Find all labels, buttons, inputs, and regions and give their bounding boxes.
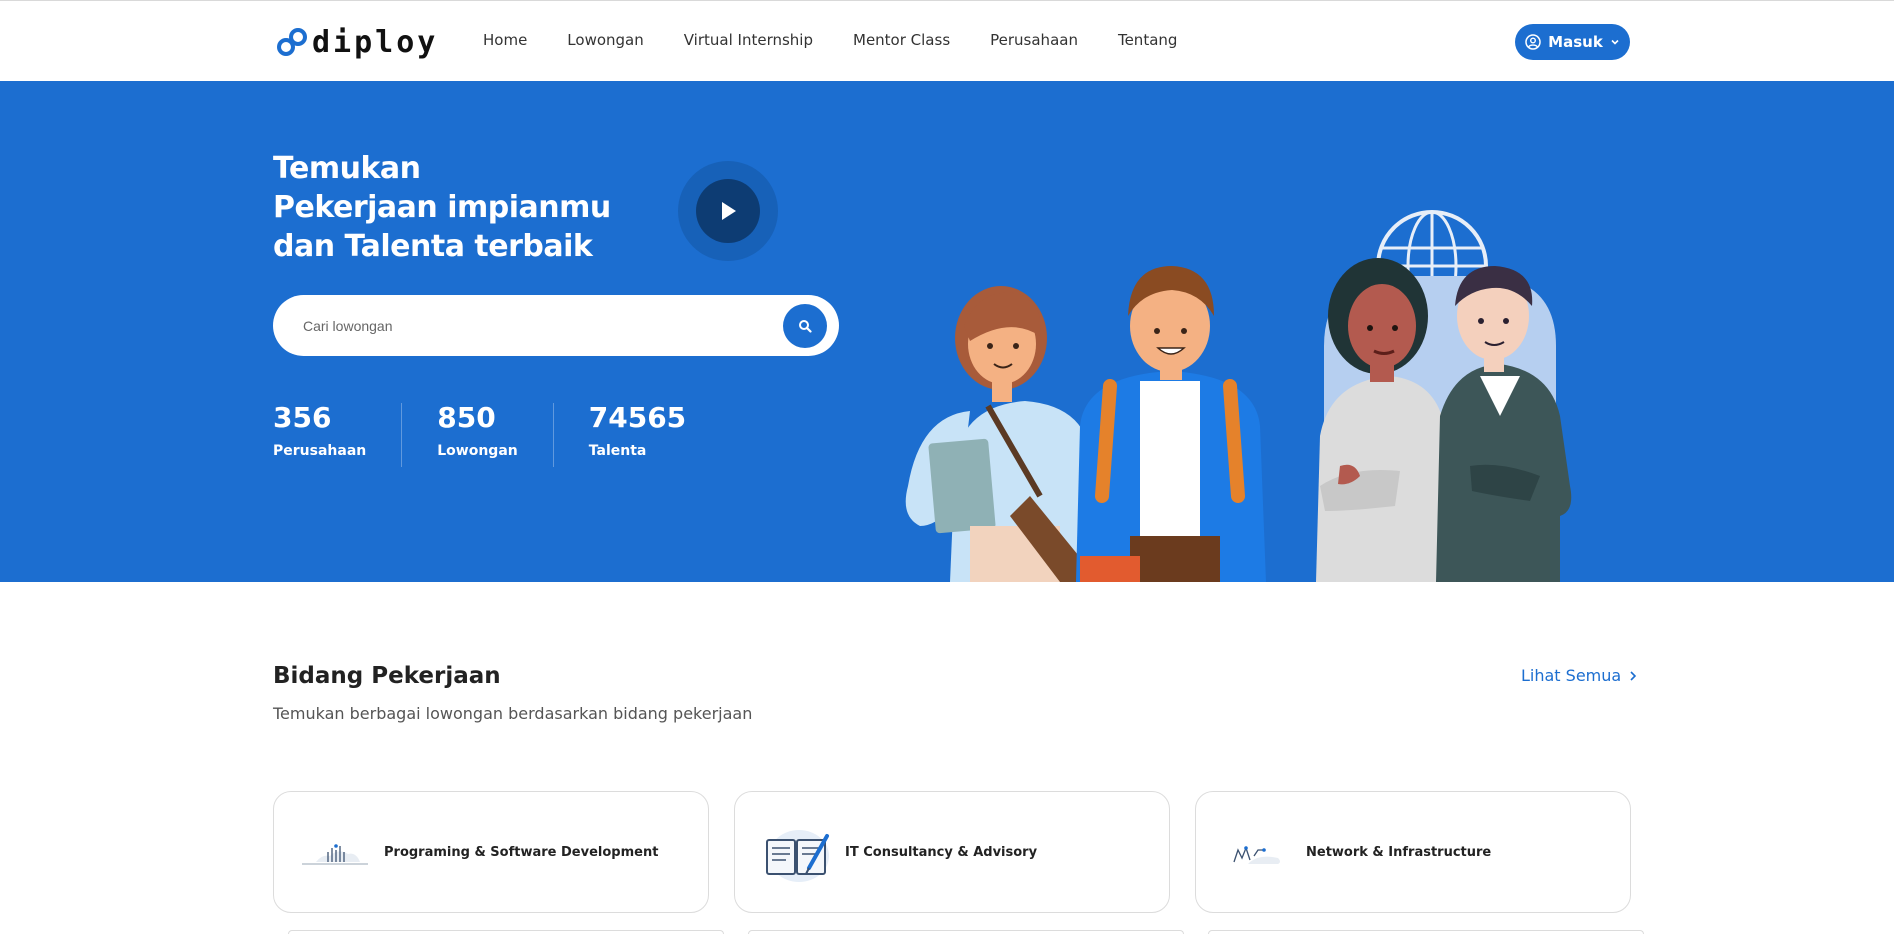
category-label: Network & Infrastructure [1306,845,1492,860]
category-card-network[interactable]: Network & Infrastructure [1195,791,1631,913]
category-card-row-2-partial [288,930,724,934]
stat-label: Lowongan [437,443,518,459]
job-search-box [273,295,839,356]
nav-mentor-class[interactable]: Mentor Class [853,31,950,49]
hero-stats: 356 Perusahaan 850 Lowongan 74565 Talent… [273,403,756,467]
stat-label: Perusahaan [273,443,367,459]
login-label: Masuk [1548,33,1603,51]
category-label: IT Consultancy & Advisory [845,845,1038,860]
see-all-label: Lihat Semua [1521,666,1622,685]
see-all-link[interactable]: Lihat Semua [1521,666,1637,685]
section-subtitle: Temukan berbagai lowongan berdasarkan bi… [273,704,753,723]
category-cards: Programing & Software Development IT Con… [273,791,1631,913]
section-title: Bidang Pekerjaan [273,663,501,689]
category-card-row-2-partial [748,930,1184,934]
category-card-software[interactable]: Programing & Software Development [273,791,709,913]
diploy-logo[interactable]: diploy [276,24,439,60]
stat-talenta: 74565 Talenta [589,403,721,467]
hero-title-line-1: Temukan [273,151,421,186]
play-video-button[interactable] [696,179,760,243]
hero-banner: Temukan Pekerjaan impianmu dan Talenta t… [0,81,1894,582]
search-button[interactable] [783,304,827,348]
play-icon [722,202,736,220]
person-boy [1076,266,1266,582]
network-icon [1233,846,1280,864]
stat-value: 74565 [588,401,687,434]
consultancy-icon [766,830,829,882]
search-input[interactable] [303,313,753,339]
chevron-right-icon [1630,670,1637,681]
chevron-down-icon [1611,39,1619,45]
logo-mark-icon [277,28,307,56]
nav-lowongan[interactable]: Lowongan [567,31,643,49]
nav-home[interactable]: Home [483,31,527,49]
logo-text: diploy [312,24,439,60]
category-card-consultancy[interactable]: IT Consultancy & Advisory [734,791,1170,913]
nav-tentang[interactable]: Tentang [1118,31,1177,49]
stat-value: 356 [273,401,332,434]
user-circle-icon [1525,34,1541,50]
main-nav: Home Lowongan Virtual Internship Mentor … [483,31,1217,49]
stat-perusahaan: 356 Perusahaan [273,401,403,467]
person-girl [905,286,1100,582]
hero-title-line-2: Pekerjaan impianmu [273,190,611,225]
software-development-icon [302,844,368,865]
category-card-row-2-partial [1208,930,1644,934]
play-video-button-halo [678,161,778,261]
search-icon [799,320,812,333]
category-label: Programing & Software Development [384,845,659,860]
person-woman [1316,258,1446,582]
nav-virtual-internship[interactable]: Virtual Internship [684,31,813,49]
top-navbar: diploy Home Lowongan Virtual Internship … [0,0,1894,81]
hero-title-line-3: dan Talenta terbaik [273,229,593,264]
hero-people-illustration [905,210,1572,582]
stat-label: Talenta [588,443,647,459]
hero-title: Temukan Pekerjaan impianmu dan Talenta t… [273,149,611,266]
stat-value: 850 [437,401,496,434]
login-button[interactable]: Masuk [1515,24,1630,60]
nav-perusahaan[interactable]: Perusahaan [990,31,1078,49]
stat-lowongan: 850 Lowongan [437,403,554,467]
